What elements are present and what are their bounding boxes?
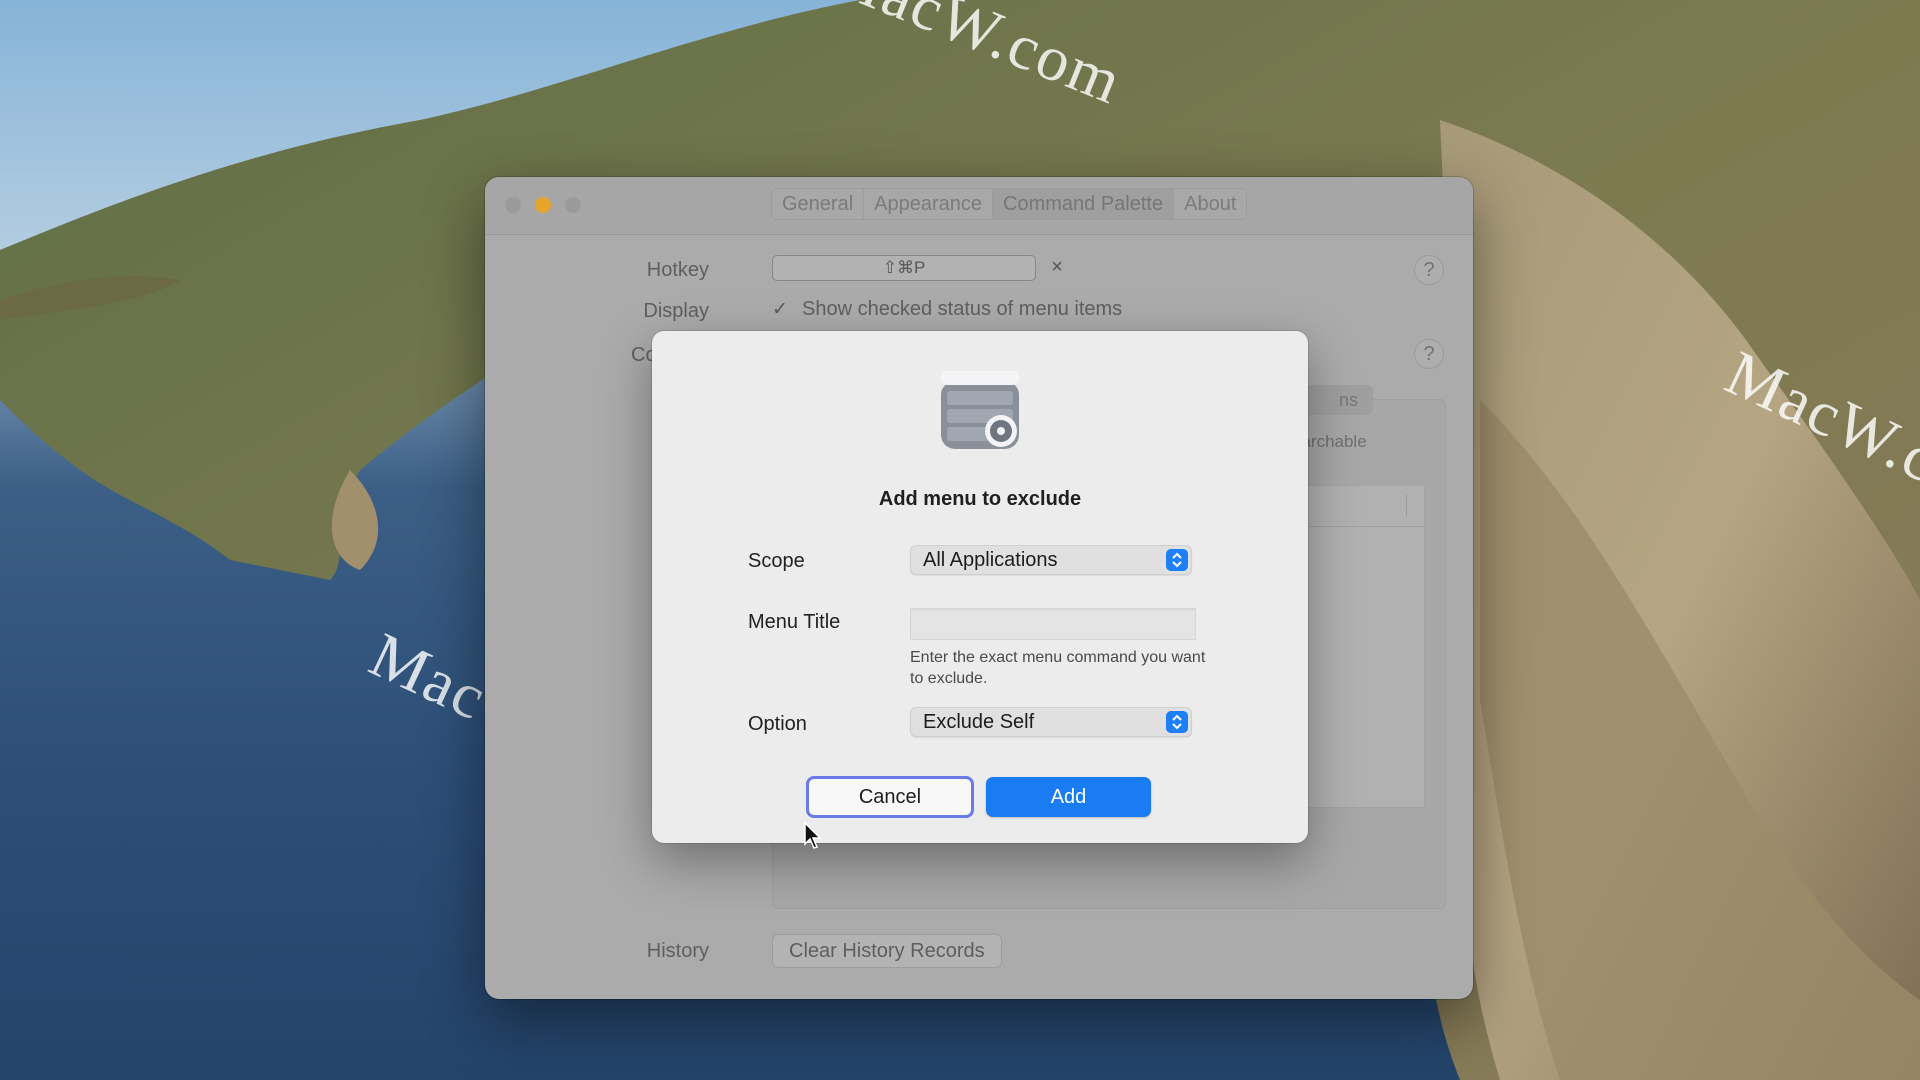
menu-title-input[interactable]: [910, 608, 1196, 640]
clear-history-button[interactable]: Clear History Records: [772, 934, 1002, 968]
tab-appearance[interactable]: Appearance: [864, 189, 994, 219]
tab-about[interactable]: About: [1174, 189, 1246, 219]
mouse-pointer-icon: [804, 822, 822, 849]
history-label: History: [646, 940, 709, 962]
option-value: Exclude Self: [923, 711, 1035, 733]
menu-title-hint: Enter the exact menu command you want to…: [910, 649, 1206, 687]
scope-popup[interactable]: All Applications: [910, 545, 1192, 575]
help-icon[interactable]: ?: [1414, 255, 1444, 285]
column-separator[interactable]: [1406, 494, 1407, 516]
cancel-button[interactable]: Cancel: [806, 776, 974, 818]
chevron-up-down-icon: [1166, 711, 1188, 733]
command-palette-app-icon: [941, 371, 1019, 449]
show-checked-status-label[interactable]: Show checked status of menu items: [802, 298, 1122, 321]
close-window-button[interactable]: [505, 197, 521, 213]
menu-title-label: Menu Title: [748, 611, 841, 633]
display-label: Display: [643, 300, 709, 322]
option-label: Option: [748, 713, 807, 735]
minimize-window-button[interactable]: [535, 197, 551, 213]
chevron-up-down-icon: [1166, 549, 1188, 571]
hotkey-label: Hotkey: [646, 259, 709, 281]
add-exclusion-sheet: Add menu to exclude Scope All Applicatio…: [652, 331, 1308, 843]
help-icon-secondary[interactable]: ?: [1414, 339, 1444, 369]
window-titlebar: General Appearance Command Palette About: [485, 177, 1473, 235]
preferences-tabs: General Appearance Command Palette About: [771, 188, 1248, 220]
clear-hotkey-icon[interactable]: ×: [1045, 255, 1069, 279]
tab-command-palette[interactable]: Command Palette: [993, 189, 1175, 219]
zoom-window-button[interactable]: [565, 197, 581, 213]
option-popup[interactable]: Exclude Self: [910, 707, 1192, 737]
hotkey-recorder[interactable]: ⇧⌘P: [772, 255, 1036, 281]
partial-segment-label: ns: [1339, 390, 1359, 410]
sheet-title: Add menu to exclude: [878, 488, 1082, 510]
scope-value: All Applications: [923, 549, 1058, 571]
scope-label: Scope: [748, 550, 805, 572]
table-header: [1288, 486, 1424, 527]
tab-general[interactable]: General: [772, 189, 865, 219]
add-button[interactable]: Add: [986, 777, 1151, 817]
checkmark-icon[interactable]: ✓: [772, 300, 792, 320]
